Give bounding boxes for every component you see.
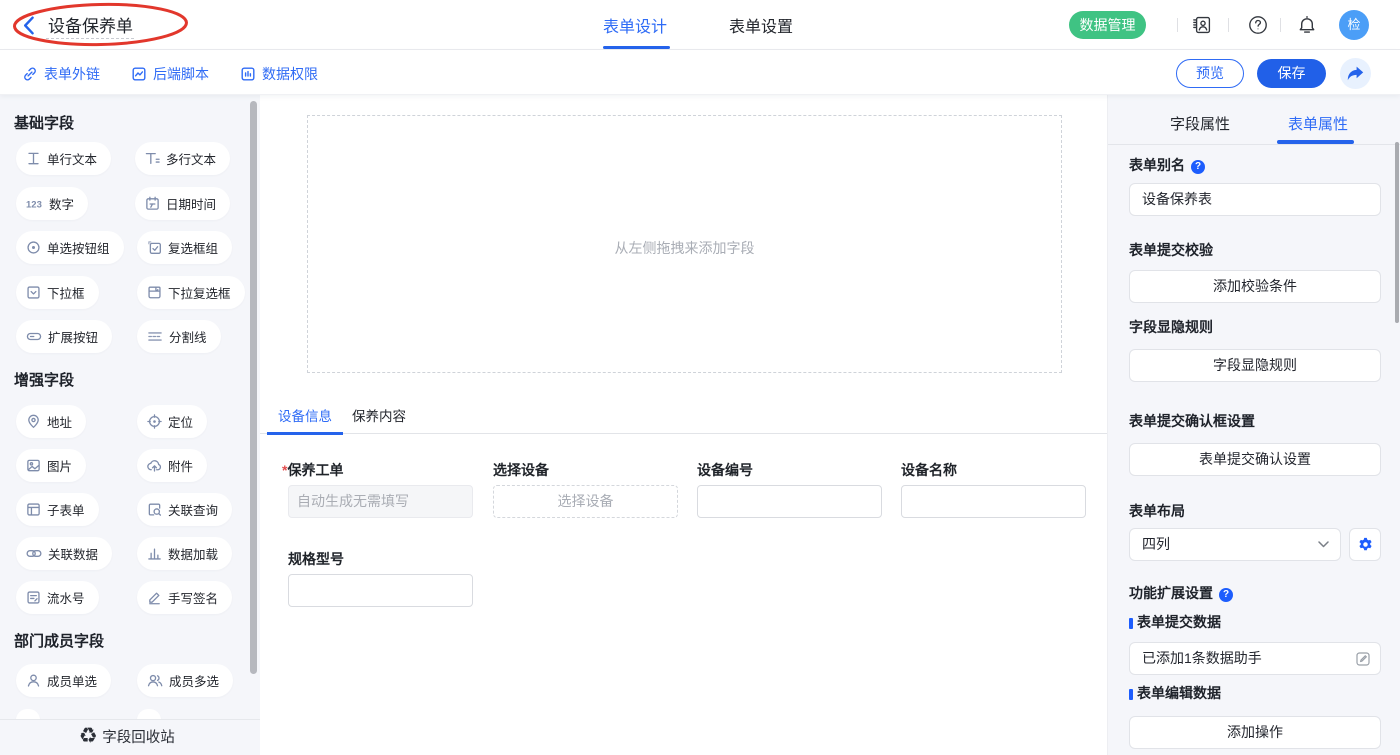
svg-text:123: 123 [26,199,42,210]
